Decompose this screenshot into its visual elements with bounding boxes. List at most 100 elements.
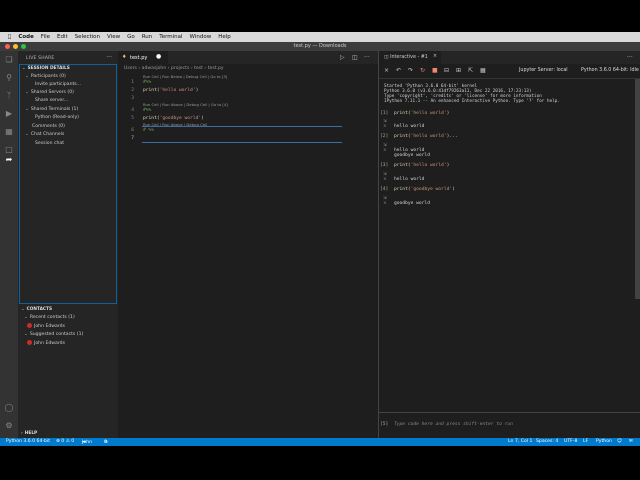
tab-interactive[interactable]: ◫ Interactive - #1 × — [379, 51, 441, 64]
more-actions-icon[interactable]: ··· — [106, 54, 112, 61]
breadcrumb-projects[interactable]: projects — [171, 66, 189, 71]
shared-servers-item[interactable]: ⌄ Shared Servers (0) — [25, 90, 74, 95]
suggested-contacts-item[interactable]: ⌄ Suggested contacts (1) — [24, 332, 83, 337]
more-actions-icon[interactable]: ··· — [364, 54, 370, 61]
cursor-position[interactable]: Ln 7, Col 1 — [508, 439, 532, 444]
debug-icon[interactable]: ▶ — [4, 109, 14, 119]
shared-terminals-item[interactable]: ⌄ Shared Terminals (1) — [25, 107, 78, 112]
encoding[interactable]: UTF-8 — [564, 439, 577, 444]
clear-all-icon[interactable]: × — [384, 67, 389, 74]
share-server-item[interactable]: Share server... — [35, 98, 68, 103]
cell-code[interactable]: print('hello world') — [394, 163, 449, 168]
breadcrumb-test[interactable]: test — [194, 66, 203, 71]
python-interpreter[interactable]: Python 3.6.0 64-bit — [6, 439, 50, 444]
cell-delete-icon[interactable]: × — [383, 148, 387, 153]
menu-help[interactable]: Help — [218, 34, 231, 40]
interrupt-kernel-icon[interactable]: ■ — [432, 67, 438, 74]
cell-delete-icon[interactable]: × — [383, 124, 387, 129]
breadcrumb-users[interactable]: Users — [124, 66, 137, 71]
expand-all-icon[interactable]: ⊞ — [456, 67, 461, 74]
zoom-window-button[interactable] — [21, 44, 26, 49]
tab-test-py[interactable]: ♦ test.py ● — [118, 51, 168, 64]
input-cell[interactable]: [5] Type code here and press shift-enter… — [379, 412, 640, 438]
participants-item[interactable]: ⌄ Participants (0) — [25, 74, 66, 79]
editor-pane: ♦ test.py ● ▷ ◫ ··· Users › adwasjohn › … — [118, 51, 378, 438]
line-number: 1 — [131, 80, 134, 85]
extensions-icon[interactable]: ▦ — [4, 127, 14, 137]
feedback-icon[interactable]: ☺ — [617, 439, 622, 444]
gear-icon[interactable]: ⚙ — [4, 421, 14, 431]
editor-tab-bar: ♦ test.py ● ▷ ◫ ··· — [118, 51, 378, 64]
breadcrumb-user[interactable]: adwasjohn — [142, 66, 167, 71]
close-icon[interactable]: × — [433, 54, 437, 59]
restart-kernel-icon[interactable]: ↻ — [420, 67, 425, 74]
explorer-icon[interactable]: ❏ — [4, 55, 14, 65]
terminal-item[interactable]: Python (Read-only) — [35, 115, 79, 120]
cell-code[interactable]: print('hello world') — [394, 111, 449, 116]
search-icon[interactable]: ⚲ — [4, 73, 14, 83]
help-header[interactable]: › HELP — [21, 431, 37, 436]
split-editor-icon[interactable]: ◫ — [352, 54, 358, 61]
cell-delete-icon[interactable]: × — [383, 177, 387, 182]
invite-participants-item[interactable]: Invite participants... — [35, 82, 81, 87]
menu-run[interactable]: Run — [142, 34, 153, 40]
remote-icon[interactable]: □ — [4, 145, 14, 155]
undo-icon[interactable]: ↶ — [396, 67, 401, 74]
cell-delete-icon[interactable]: × — [383, 201, 387, 206]
more-actions-icon[interactable]: ··· — [627, 54, 633, 61]
collapse-all-icon[interactable]: ⊟ — [444, 67, 449, 74]
chat-channels-item[interactable]: ⌄ Chat Channels — [25, 132, 64, 137]
language-mode[interactable]: Python — [596, 439, 612, 444]
session-chat-item[interactable]: Session chat — [35, 141, 64, 146]
code-line[interactable]: # %% — [143, 128, 154, 133]
account-icon[interactable]: ◯ — [4, 403, 14, 413]
suggested-contact-john[interactable]: John Edwards — [27, 340, 65, 346]
code-line[interactable]: print('hello world') — [143, 88, 198, 93]
breadcrumb: Users › adwasjohn › projects › test › te… — [124, 66, 224, 71]
recent-contact-john[interactable]: John Edwards — [27, 323, 65, 329]
recent-contacts-item[interactable]: ⌄ Recent contacts (1) — [24, 315, 75, 320]
window-title-bar: test.py — Downloads — [0, 42, 640, 51]
cell-code[interactable]: print('goodbye world') — [394, 187, 455, 192]
menu-terminal[interactable]: Terminal — [159, 34, 182, 40]
sidebar-title: LIVE SHARE — [26, 56, 55, 61]
source-control-icon[interactable]: ᛉ — [4, 91, 14, 101]
menu-edit[interactable]: Edit — [57, 34, 68, 40]
menu-go[interactable]: Go — [127, 34, 135, 40]
python-file-icon: ♦ — [122, 54, 127, 60]
code-line[interactable]: print('goodbye world') — [143, 116, 204, 121]
export-icon[interactable]: ⇱ — [468, 67, 473, 74]
menu-file[interactable]: File — [41, 34, 50, 40]
avatar — [27, 323, 32, 328]
code-line[interactable]: #%% — [143, 80, 151, 85]
jupyter-server-label[interactable]: Jupyter Server: local — [519, 68, 568, 73]
code-line[interactable]: #%% — [143, 108, 151, 113]
menu-app-name[interactable]: Code — [18, 34, 33, 40]
session-details-header[interactable]: ⌄ SESSION DETAILS — [22, 66, 70, 71]
notifications-icon[interactable]: ✉ — [629, 439, 633, 444]
minimize-window-button[interactable] — [13, 44, 18, 49]
problems-indicator[interactable]: ⊗ 0 ⚠ 0 — [56, 439, 74, 444]
kernel-label[interactable]: Python 3.6.0 64-bit: Idle — [581, 68, 639, 73]
unsaved-dot-icon[interactable]: ● — [156, 53, 161, 60]
cell-code[interactable]: print('hello world')... — [394, 134, 458, 139]
variables-icon[interactable]: ▦ — [480, 67, 486, 74]
run-icon[interactable]: ▷ — [340, 54, 345, 61]
codelens-cell-2[interactable]: Run Cell | Run Above | Debug Cell | Go t… — [143, 102, 228, 107]
line-ending[interactable]: LF — [583, 439, 588, 444]
codelens-cell-1[interactable]: Run Cell | Run Below | Debug Cell | Go t… — [143, 74, 227, 79]
breadcrumb-file[interactable]: test.py — [208, 66, 224, 71]
comments-item[interactable]: Comments (0) — [32, 124, 65, 129]
redo-icon[interactable]: ↷ — [408, 67, 413, 74]
scrollbar[interactable] — [635, 79, 640, 299]
menu-view[interactable]: View — [107, 34, 120, 40]
indentation[interactable]: Spaces: 4 — [536, 439, 558, 444]
menu-window[interactable]: Window — [190, 34, 212, 40]
close-window-button[interactable] — [5, 44, 10, 49]
apple-icon[interactable]:  — [8, 34, 11, 40]
contacts-header[interactable]: ⌄ CONTACTS — [21, 307, 52, 312]
window-title: test.py — Downloads — [293, 43, 347, 49]
input-placeholder[interactable]: Type code here and press shift-enter to … — [394, 422, 513, 427]
menu-selection[interactable]: Selection — [75, 34, 100, 40]
live-share-icon[interactable]: ➦ — [4, 155, 14, 165]
